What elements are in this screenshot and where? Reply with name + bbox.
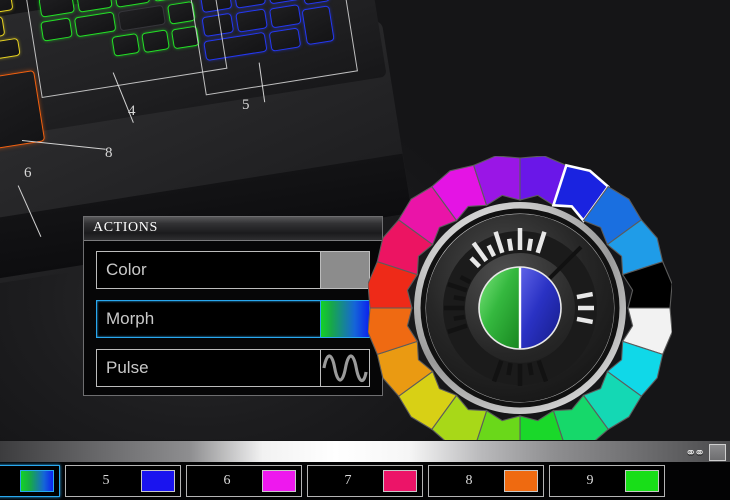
dial-tick bbox=[529, 363, 531, 375]
action-swatch-color[interactable] bbox=[320, 252, 369, 288]
actions-panel: ACTIONS Color Morph Pulse bbox=[83, 216, 383, 396]
action-label-color: Color bbox=[97, 252, 320, 288]
actions-panel-body: Color Morph Pulse bbox=[84, 241, 382, 387]
action-row-color[interactable]: Color bbox=[96, 251, 370, 289]
application-window: 4 5 6 8 ACTIONS Color Morph Pulse bbox=[0, 0, 730, 500]
dial-tick bbox=[509, 239, 511, 251]
action-swatch-pulse[interactable] bbox=[320, 350, 369, 386]
action-row-pulse[interactable]: Pulse bbox=[96, 349, 370, 387]
actions-panel-header: ACTIONS bbox=[84, 217, 382, 241]
action-row-morph[interactable]: Morph bbox=[96, 300, 370, 338]
palette-cell-swatch[interactable] bbox=[262, 470, 296, 492]
action-label-pulse: Pulse bbox=[97, 350, 320, 386]
waveform-icon bbox=[321, 350, 369, 386]
palette-cell[interactable]: 5 bbox=[65, 465, 181, 497]
square-button[interactable] bbox=[709, 444, 726, 461]
callout-number-8: 8 bbox=[105, 145, 113, 162]
dial-tick bbox=[577, 319, 593, 322]
dial-tick bbox=[454, 317, 465, 319]
palette-cell-swatch[interactable] bbox=[141, 470, 175, 492]
bottom-toolbar: ⚭⚭ bbox=[0, 440, 730, 464]
palette-cell-swatch[interactable] bbox=[625, 470, 659, 492]
dial-tick bbox=[577, 294, 593, 297]
callout-number-4: 4 bbox=[128, 103, 136, 120]
callout-number-6: 6 bbox=[24, 165, 32, 182]
dial-tick bbox=[529, 239, 531, 251]
color-wheel-svg[interactable] bbox=[368, 156, 672, 460]
center-color-preview[interactable] bbox=[479, 267, 561, 349]
palette-cell[interactable]: 8 bbox=[428, 465, 544, 497]
palette-cell[interactable]: 7 bbox=[307, 465, 423, 497]
dial-tick bbox=[454, 297, 465, 299]
callout-number-5: 5 bbox=[242, 97, 250, 114]
link-icon[interactable]: ⚭⚭ bbox=[685, 446, 703, 459]
page-title: ACTIONS bbox=[93, 220, 158, 236]
palette-cell-swatch[interactable] bbox=[383, 470, 417, 492]
color-palette-bar[interactable]: 56789 bbox=[0, 462, 730, 500]
action-label-morph: Morph bbox=[97, 301, 320, 337]
color-wheel[interactable] bbox=[368, 156, 672, 460]
dial-tick bbox=[508, 363, 510, 375]
palette-cell-swatch[interactable] bbox=[20, 470, 54, 492]
palette-cell[interactable]: 6 bbox=[186, 465, 302, 497]
palette-cell[interactable]: 9 bbox=[549, 465, 665, 497]
palette-cell[interactable] bbox=[0, 465, 60, 497]
palette-cell-swatch[interactable] bbox=[504, 470, 538, 492]
toolbar-right-group: ⚭⚭ bbox=[685, 441, 726, 463]
action-swatch-morph[interactable] bbox=[320, 301, 369, 337]
